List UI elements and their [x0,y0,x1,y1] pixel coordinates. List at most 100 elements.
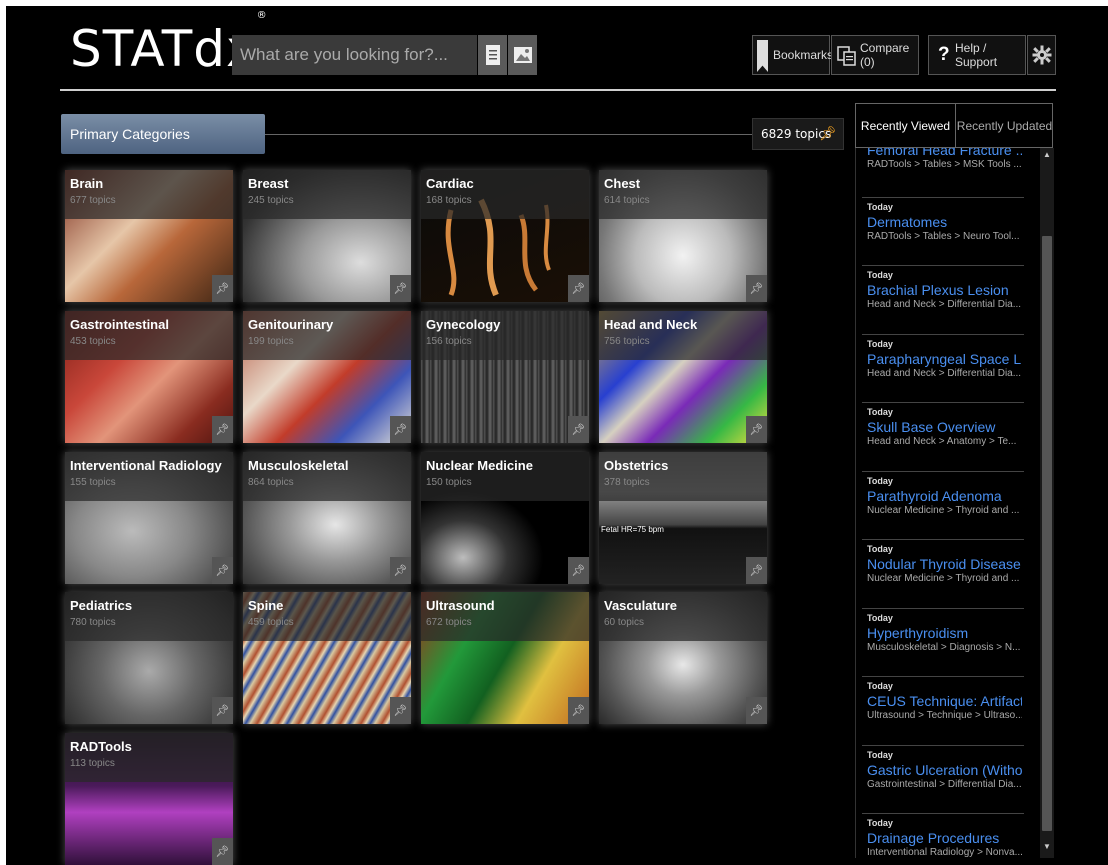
recent-item[interactable]: Today Hyperthyroidism Musculoskeletal > Di… [867,613,1022,653]
category-topic-count: 60 topics [604,617,645,628]
pin-icon[interactable]: 📌︎ [212,697,233,724]
recent-item-title[interactable]: Dermatomes [867,214,1022,230]
tab-recently-viewed[interactable]: Recently Viewed [856,104,956,147]
recent-item-date: Today [867,338,893,349]
category-name: Interventional Radiology [70,458,222,473]
compare-icon [837,46,856,66]
scrollbar-thumb[interactable] [1042,236,1052,831]
pin-icon[interactable]: 📌︎ [746,557,767,584]
document-search-icon [485,45,500,65]
pin-icon[interactable]: 📌︎ [390,275,411,302]
recent-item[interactable]: Today Dermatomes RADTools > Tables > Neuro… [867,202,1022,242]
pin-icon[interactable]: 📌︎ [390,557,411,584]
pin-icon[interactable]: 📌︎ [212,416,233,443]
category-tile[interactable]: Chest 614 topics 📌︎ [599,170,767,302]
image-search-button[interactable] [508,35,537,75]
category-tile[interactable]: Brain 677 topics 📌︎ [65,170,233,302]
pin-icon[interactable]: 📌︎ [212,557,233,584]
pin-icon[interactable]: 📌︎ [746,416,767,443]
category-name: Ultrasound [426,598,495,613]
category-topic-count: 378 topics [604,477,650,488]
category-tile[interactable]: Vasculature 60 topics 📌︎ [599,592,767,724]
category-topic-count: 150 topics [426,477,472,488]
pin-icon[interactable]: 📌︎ [212,275,233,302]
category-topic-count: 199 topics [248,336,294,347]
recent-item-title[interactable]: Parapharyngeal Space L... [867,351,1022,367]
recent-item[interactable]: Today Nodular Thyroid Disease Nuclear Medi… [867,544,1022,584]
recent-item-title[interactable]: CEUS Technique: Artifact... [867,693,1022,709]
recent-item-divider [862,744,1024,746]
pin-icon: 📌︎ [819,126,837,142]
category-tile[interactable]: Cardiac 168 topics 📌︎ [421,170,589,302]
recent-item-divider [862,676,1024,677]
settings-button[interactable] [1027,35,1056,75]
scroll-up-icon[interactable]: ▲ [1040,150,1054,162]
recent-item[interactable]: Today Parathyroid Adenoma Nuclear Medicine… [867,476,1022,516]
category-topic-count: 864 topics [248,477,294,488]
category-topic-count: 756 topics [604,336,650,347]
category-name: Head and Neck [604,317,698,332]
category-tile[interactable]: Nuclear Medicine 150 topics 📌︎ [421,452,589,584]
recent-item[interactable]: Femoral Head Fracture ... RADTools > Tabl… [867,148,1022,170]
recent-item-title[interactable]: Femoral Head Fracture ... [867,148,1022,158]
recent-item-title[interactable]: Skull Base Overview [867,419,1022,435]
pin-icon[interactable]: 📌︎ [568,697,589,724]
category-tile[interactable]: Gynecology 156 topics 📌︎ [421,311,589,443]
total-topics-badge[interactable]: 6829 topics 📌︎ [752,118,844,150]
category-tile[interactable]: Interventional Radiology 155 topics 📌︎ [65,452,233,584]
recent-item-title[interactable]: Gastric Ulceration (Witho... [867,762,1022,778]
primary-categories-tab[interactable]: Primary Categories [61,114,265,154]
recent-item-path: Head and Neck > Anatomy > Te... [867,436,1017,447]
category-tile[interactable]: Pediatrics 780 topics 📌︎ [65,592,233,724]
recent-item-title[interactable]: Parathyroid Adenoma [867,488,1022,504]
recent-item-title[interactable]: Nodular Thyroid Disease [867,556,1022,572]
category-name: Genitourinary [248,317,334,332]
recent-item[interactable]: Today Brachial Plexus Lesion Head and Neck… [867,270,1022,310]
recent-item-title[interactable]: Hyperthyroidism [867,625,1022,641]
bookmarks-button[interactable]: Bookmarks [752,35,833,75]
scroll-down-icon[interactable]: ▼ [1040,842,1054,854]
recent-item-date: Today [867,818,893,828]
recent-item[interactable]: Today CEUS Technique: Artifact... Ultrasou… [867,681,1022,721]
help-support-button[interactable]: ? Help / Support [928,35,1026,75]
recent-item[interactable]: Today Parapharyngeal Space L... Head and N… [867,339,1022,379]
recent-list-scrollbar[interactable]: ▲ ▼ [1040,148,1054,858]
category-name: Breast [248,176,289,191]
document-search-button[interactable] [478,35,507,75]
category-topic-count: 155 topics [70,477,116,488]
recent-item-path: Head and Neck > Differential Dia... [867,367,1022,379]
pin-icon[interactable]: 📌︎ [568,557,589,584]
category-tile[interactable]: Gastrointestinal 453 topics 📌︎ [65,311,233,443]
pin-icon[interactable]: 📌︎ [390,416,411,443]
recent-item-title[interactable]: Drainage Procedures [867,830,1022,846]
category-topic-count: 677 topics [70,195,116,206]
pin-icon[interactable]: 📌︎ [746,697,767,724]
category-tile[interactable]: Spine 459 topics 📌︎ [243,592,411,724]
category-tile[interactable]: Breast 245 topics 📌︎ [243,170,411,302]
search-input[interactable] [232,35,477,75]
recent-item-divider [862,196,1024,198]
recent-item-date: Today [867,270,893,280]
pin-icon[interactable]: 📌︎ [390,697,411,724]
pin-icon[interactable]: 📌︎ [568,416,589,443]
pin-icon[interactable]: 📌︎ [746,275,767,302]
category-tile[interactable]: Fetal HR=75 bpm Obstetrics 378 topics 📌︎ [599,452,767,584]
recent-item-path: Ultrasound > Technique > Ultraso... [867,710,1022,721]
category-tile[interactable]: Genitourinary 199 topics 📌︎ [243,311,411,443]
recent-item-date: Today [867,544,893,554]
category-tile[interactable]: Ultrasound 672 topics 📌︎ [421,592,589,724]
category-name: Vasculature [604,598,677,613]
recent-item[interactable]: Today Drainage Procedures Interventional R… [867,818,1022,858]
recent-item-title[interactable]: Brachial Plexus Lesion [867,282,1022,298]
recent-item[interactable]: Today Skull Base Overview Head and Neck > … [867,407,1022,447]
category-tile[interactable]: Musculoskeletal 864 topics 📌︎ [243,452,411,584]
category-tile[interactable]: Head and Neck 756 topics 📌︎ [599,311,767,443]
recent-item-date: Today [867,749,893,760]
tab-recently-updated[interactable]: Recently Updated [956,104,1053,147]
recent-item[interactable]: Today Gastric Ulceration (Witho... Gastroi… [867,750,1022,790]
category-tile[interactable]: RADTools 113 topics 📌︎ [65,733,233,865]
pin-icon[interactable]: 📌︎ [212,838,233,865]
compare-button[interactable]: Compare (0) [831,35,919,75]
recent-item-divider [862,265,1024,266]
pin-icon[interactable]: 📌︎ [568,275,589,302]
